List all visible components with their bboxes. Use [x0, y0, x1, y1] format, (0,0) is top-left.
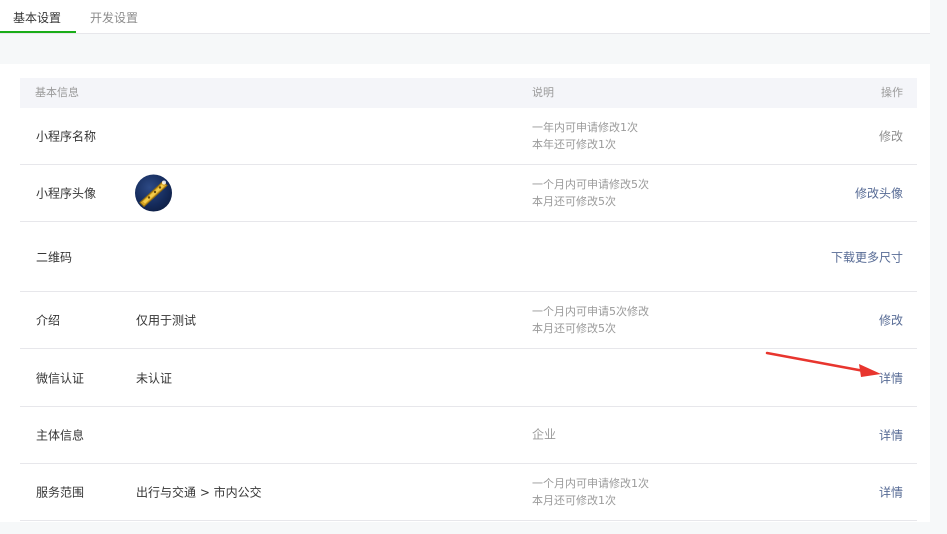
edit-name-link[interactable]: 修改	[879, 128, 903, 145]
entity-detail-link[interactable]: 详情	[879, 427, 903, 444]
row-name: 微信认证	[36, 371, 85, 385]
edit-avatar-link[interactable]: 修改头像	[855, 185, 903, 202]
desc-line: 本月还可修改5次	[532, 195, 616, 208]
row-desc: 一年内可申请修改1次 本年还可修改1次	[532, 119, 638, 153]
tab-dev-settings[interactable]: 开发设置	[90, 0, 138, 33]
app-avatar-image	[135, 174, 172, 212]
row-name: 二维码	[36, 250, 73, 264]
settings-panel: 基本信息 说明 操作 小程序名称 一年内可申请修改1次 本年还可修改1次 修改 …	[0, 64, 930, 522]
row-qrcode: 二维码 下载更多尺寸	[20, 222, 917, 292]
row-value: 出行与交通 > 市内公交	[136, 485, 262, 500]
desc-line: 企业	[532, 427, 557, 442]
header-info: 基本信息	[35, 86, 79, 99]
tab-basic-settings[interactable]: 基本设置	[13, 0, 61, 33]
row-desc: 一个月内可申请修改5次 本月还可修改5次	[532, 176, 649, 210]
desc-line: 一个月内可申请修改5次	[532, 178, 649, 191]
red-pointer-arrow-icon	[765, 351, 881, 377]
avatar-graphic	[139, 180, 168, 208]
row-app-name: 小程序名称 一年内可申请修改1次 本年还可修改1次 修改	[20, 108, 917, 165]
row-name: 小程序头像	[36, 186, 97, 201]
tab-bar: 基本设置 开发设置	[0, 0, 930, 34]
row-value: 仅用于测试	[136, 313, 197, 328]
header-desc: 说明	[532, 86, 554, 99]
desc-line: 本月还可修改1次	[532, 494, 616, 507]
row-desc: 企业	[532, 427, 556, 444]
row-service-scope: 服务范围 出行与交通 > 市内公交 一个月内可申请修改1次 本月还可修改1次 详…	[20, 464, 917, 521]
download-qrcode-link[interactable]: 下载更多尺寸	[831, 248, 903, 265]
row-name: 小程序名称	[36, 129, 97, 144]
table-header: 基本信息 说明 操作	[20, 78, 917, 108]
desc-line: 本月还可修改5次	[532, 322, 616, 335]
desc-line: 一个月内可申请5次修改	[532, 305, 649, 318]
header-op: 操作	[881, 86, 903, 99]
row-name: 服务范围	[36, 485, 85, 500]
row-name: 主体信息	[36, 428, 85, 443]
row-entity-info: 主体信息 企业 详情	[20, 407, 917, 464]
row-desc: 一个月内可申请5次修改 本月还可修改5次	[532, 303, 649, 337]
row-desc: 一个月内可申请修改1次 本月还可修改1次	[532, 475, 649, 509]
row-intro: 介绍 仅用于测试 一个月内可申请5次修改 本月还可修改5次 修改	[20, 292, 917, 349]
desc-line: 一年内可申请修改1次	[532, 121, 638, 134]
settings-page: 基本设置 开发设置 基本信息 说明 操作 小程序名称 一年内可申请修改1次 本年…	[0, 0, 947, 534]
desc-line: 一个月内可申请修改1次	[532, 477, 649, 490]
service-scope-detail-link[interactable]: 详情	[879, 484, 903, 501]
row-name: 介绍	[36, 313, 61, 328]
active-tab-indicator	[0, 31, 76, 33]
row-value: 未认证	[136, 371, 173, 385]
desc-line: 本年还可修改1次	[532, 138, 616, 151]
row-app-avatar: 小程序头像 一个月内可申请修改5次 本月还可修改5次 修改头像	[20, 165, 917, 222]
edit-intro-link[interactable]: 修改	[879, 312, 903, 329]
settings-table: 基本信息 说明 操作 小程序名称 一年内可申请修改1次 本年还可修改1次 修改 …	[20, 78, 917, 521]
